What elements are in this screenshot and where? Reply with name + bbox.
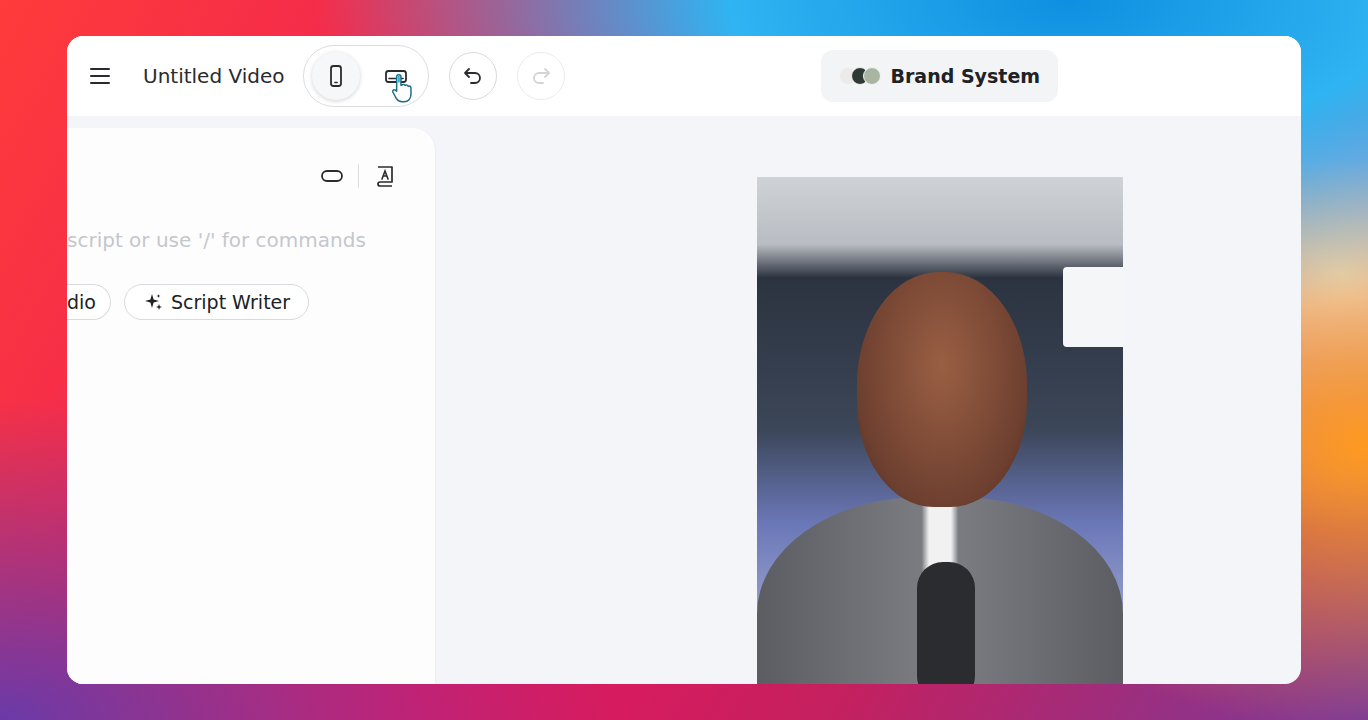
video-title[interactable]: Untitled Video bbox=[143, 61, 285, 91]
script-writer-chip[interactable]: Script Writer bbox=[124, 284, 309, 320]
undo-button[interactable] bbox=[449, 52, 497, 100]
canvas-area bbox=[435, 116, 1301, 684]
action-chips: dio Script Writer bbox=[67, 284, 435, 320]
redo-icon bbox=[529, 64, 553, 88]
app-window: Untitled Video Brand System script or us… bbox=[67, 36, 1301, 684]
panel-tools bbox=[67, 128, 435, 188]
portrait-view-button[interactable] bbox=[312, 52, 360, 100]
avatar-preview[interactable] bbox=[757, 177, 1123, 684]
landscape-view-button[interactable] bbox=[372, 52, 420, 100]
script-panel: script or use '/' for commands dio Script… bbox=[67, 128, 435, 684]
top-bar: Untitled Video Brand System bbox=[67, 36, 1301, 116]
brand-system-button[interactable]: Brand System bbox=[821, 50, 1059, 102]
chip-label: dio bbox=[67, 288, 96, 317]
portrait-icon bbox=[323, 63, 349, 89]
script-library-icon[interactable] bbox=[373, 164, 397, 188]
orientation-toggle bbox=[303, 45, 429, 107]
pill-shape-icon[interactable] bbox=[320, 164, 344, 188]
undo-icon bbox=[461, 64, 485, 88]
brand-swatch bbox=[863, 67, 881, 85]
menu-icon[interactable] bbox=[89, 65, 111, 87]
pointer-cursor-icon bbox=[388, 72, 416, 104]
tool-divider bbox=[358, 164, 359, 188]
brand-swatches bbox=[839, 67, 875, 85]
workspace: script or use '/' for commands dio Script… bbox=[67, 116, 1301, 684]
redo-button[interactable] bbox=[517, 52, 565, 100]
brand-label: Brand System bbox=[891, 62, 1041, 91]
sparkle-icon bbox=[143, 292, 163, 312]
action-chip[interactable]: dio bbox=[67, 284, 111, 320]
landscape-icon bbox=[383, 63, 409, 89]
chip-label: Script Writer bbox=[171, 288, 290, 317]
script-input[interactable]: script or use '/' for commands bbox=[67, 226, 435, 254]
